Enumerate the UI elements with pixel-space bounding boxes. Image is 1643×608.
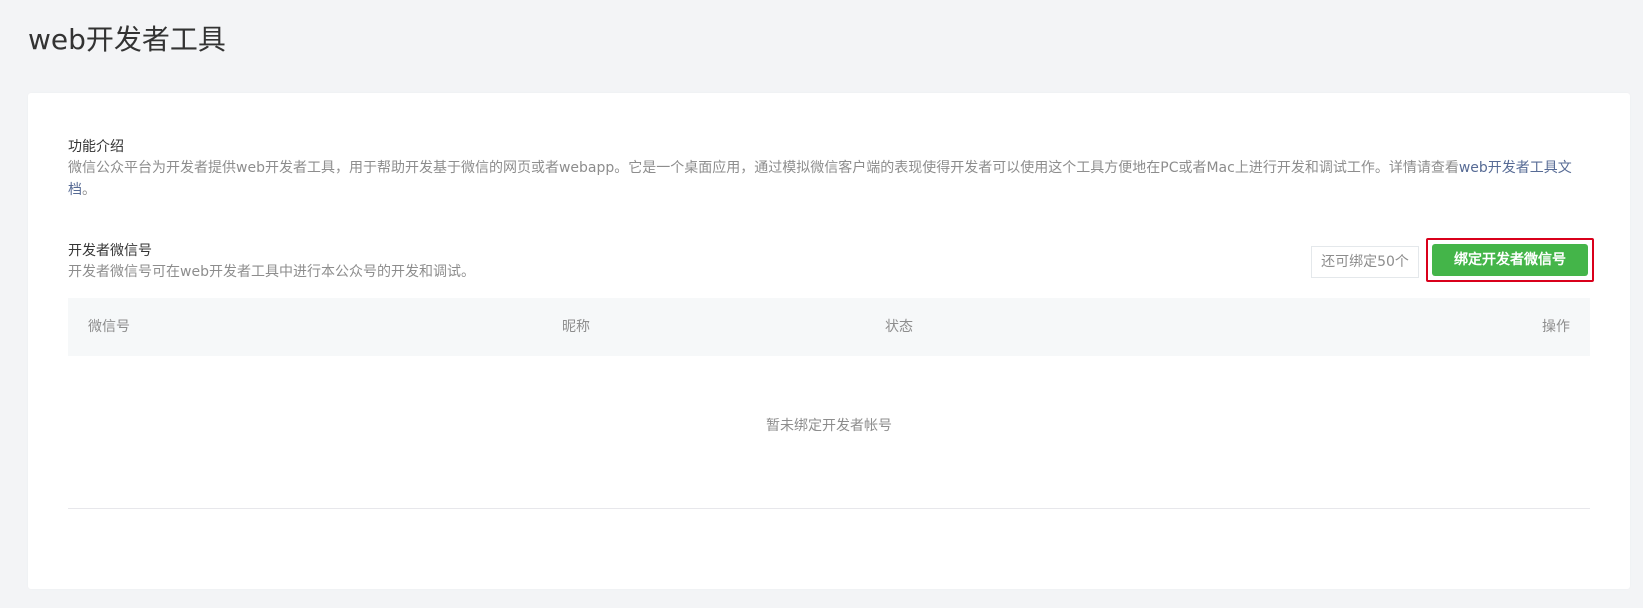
- intro-body: 微信公众平台为开发者提供web开发者工具，用于帮助开发基于微信的网页或者weba…: [68, 160, 1459, 176]
- empty-table-message: 暂未绑定开发者帐号: [766, 418, 892, 434]
- table-divider: [68, 508, 1590, 509]
- intro-title: 功能介绍: [68, 139, 124, 155]
- page-title: web开发者工具: [28, 23, 226, 56]
- column-header-nickname: 昵称: [562, 319, 590, 335]
- intro-text: 微信公众平台为开发者提供web开发者工具，用于帮助开发基于微信的网页或者weba…: [68, 157, 1608, 201]
- intro-suffix: 。: [82, 182, 96, 198]
- table-header: 微信号 昵称 状态 操作: [68, 298, 1590, 356]
- main-card: 功能介绍 微信公众平台为开发者提供web开发者工具，用于帮助开发基于微信的网页或…: [28, 93, 1630, 589]
- intro-section: 功能介绍 微信公众平台为开发者提供web开发者工具，用于帮助开发基于微信的网页或…: [68, 137, 1608, 201]
- column-header-status: 状态: [885, 319, 913, 335]
- column-header-action: 操作: [1542, 319, 1570, 335]
- remaining-bind-count: 还可绑定50个: [1311, 246, 1419, 278]
- column-header-wechat-id: 微信号: [88, 319, 130, 335]
- bind-developer-button[interactable]: 绑定开发者微信号: [1432, 244, 1588, 276]
